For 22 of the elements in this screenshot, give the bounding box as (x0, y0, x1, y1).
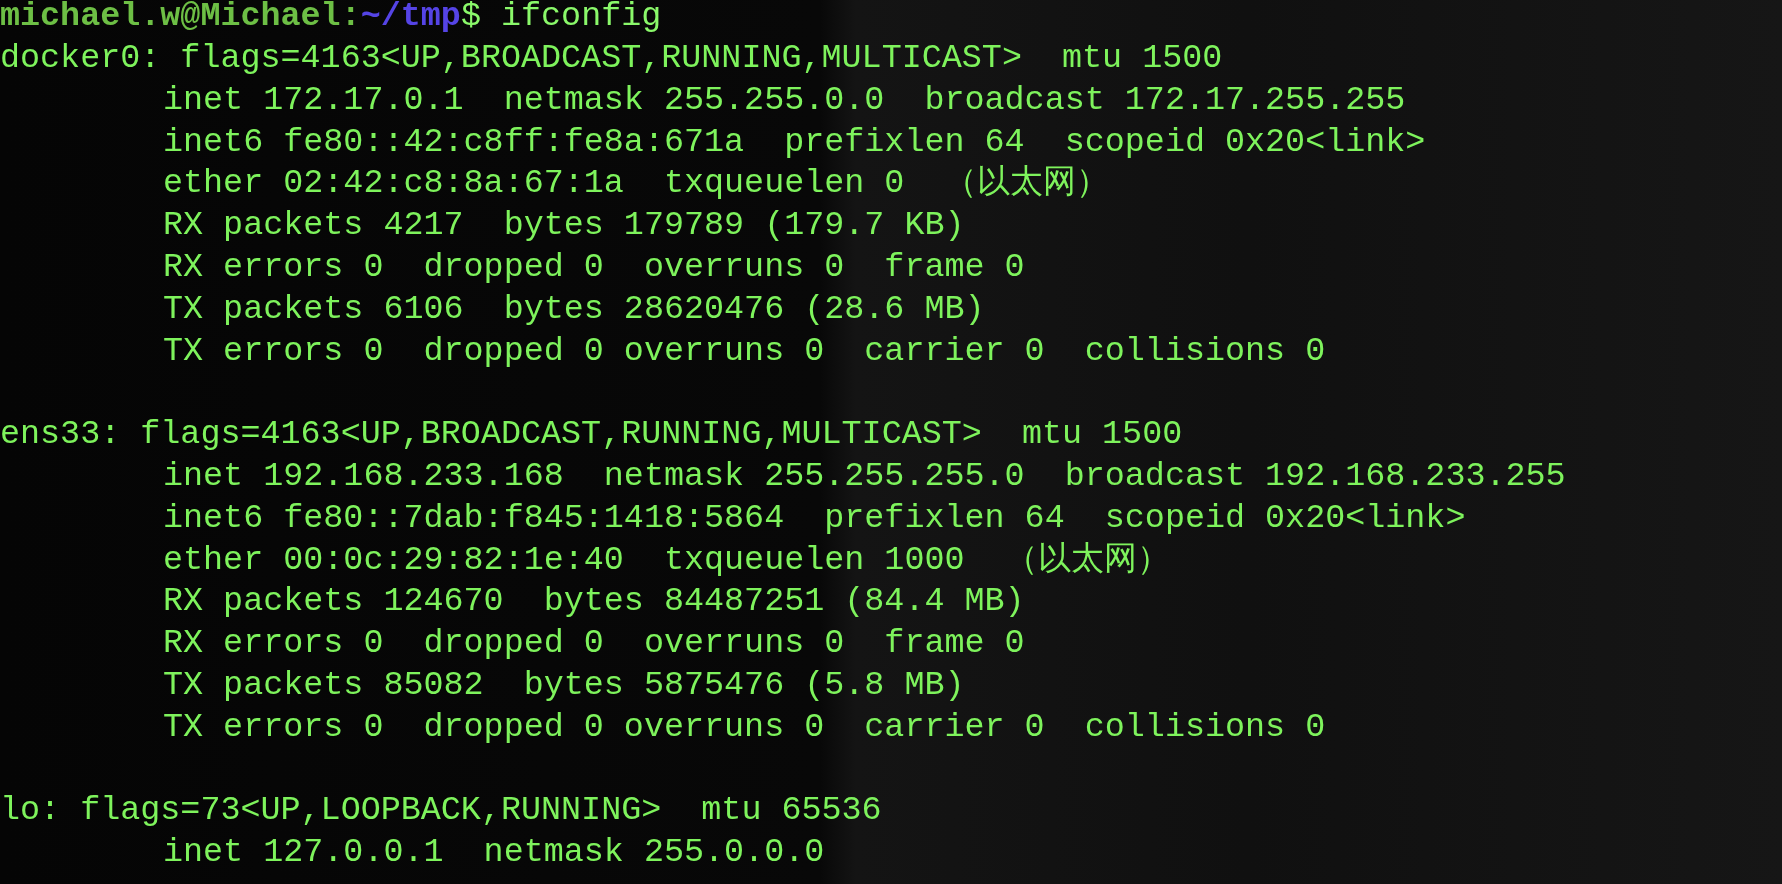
prompt-path: ~/tmp (360, 0, 461, 34)
interface-header: ens33: flags=4163<UP,BROADCAST,RUNNING,MULTICAST> mtu 1500 (0, 417, 1183, 452)
output-line: RX errors 0 dropped 0 overruns 0 frame 0 (163, 249, 1025, 284)
prompt-user: michael.w@Michael: (0, 0, 361, 34)
output-line: inet 192.168.233.168 netmask 255.255.255.0 broadcast 192.168.233.255 (163, 458, 1566, 493)
prompt-symbol: $ (460, 0, 481, 34)
output-line: RX packets 4217 bytes 179789 (179.7 KB) (163, 208, 965, 243)
interface-header: lo: flags=73<UP,LOOPBACK,RUNNING> mtu 65536 (0, 793, 882, 828)
command-text: ifconfig (501, 0, 662, 34)
output-line: inet 127.0.0.1 netmask 255.0.0.0 (163, 835, 825, 870)
output-line: RX errors 0 dropped 0 overruns 0 frame 0 (163, 626, 1025, 661)
output-line: ether 02:42:c8:8a:67:1a txqueuelen 0 （以太网） (163, 166, 1110, 201)
output-line: ether 00:0c:29:82:1e:40 txqueuelen 1000 （以太网） (163, 542, 1170, 577)
output-line: TX packets 85082 bytes 5875476 (5.8 MB) (163, 667, 965, 702)
interface-header: docker0: flags=4163<UP,BROADCAST,RUNNING,MULTICAST> mtu 1500 (0, 40, 1223, 75)
output-line: inet6 fe80::42:c8ff:fe8a:671a prefixlen 64 scopeid 0x20<link> (163, 124, 1426, 159)
output-line: inet 172.17.0.1 netmask 255.255.0.0 broadcast 172.17.255.255 (163, 82, 1406, 117)
output-line: inet6 fe80::7dab:f845:1418:5864 prefixlen 64 scopeid 0x20<link> (163, 500, 1466, 535)
output-line: TX packets 6106 bytes 28620476 (28.6 MB) (163, 291, 985, 326)
output-line: TX errors 0 dropped 0 overruns 0 carrier 0 collisions 0 (163, 333, 1326, 368)
output-line: RX packets 124670 bytes 84487251 (84.4 MB) (163, 584, 1025, 619)
output-line: TX errors 0 dropped 0 overruns 0 carrier 0 collisions 0 (163, 709, 1326, 744)
